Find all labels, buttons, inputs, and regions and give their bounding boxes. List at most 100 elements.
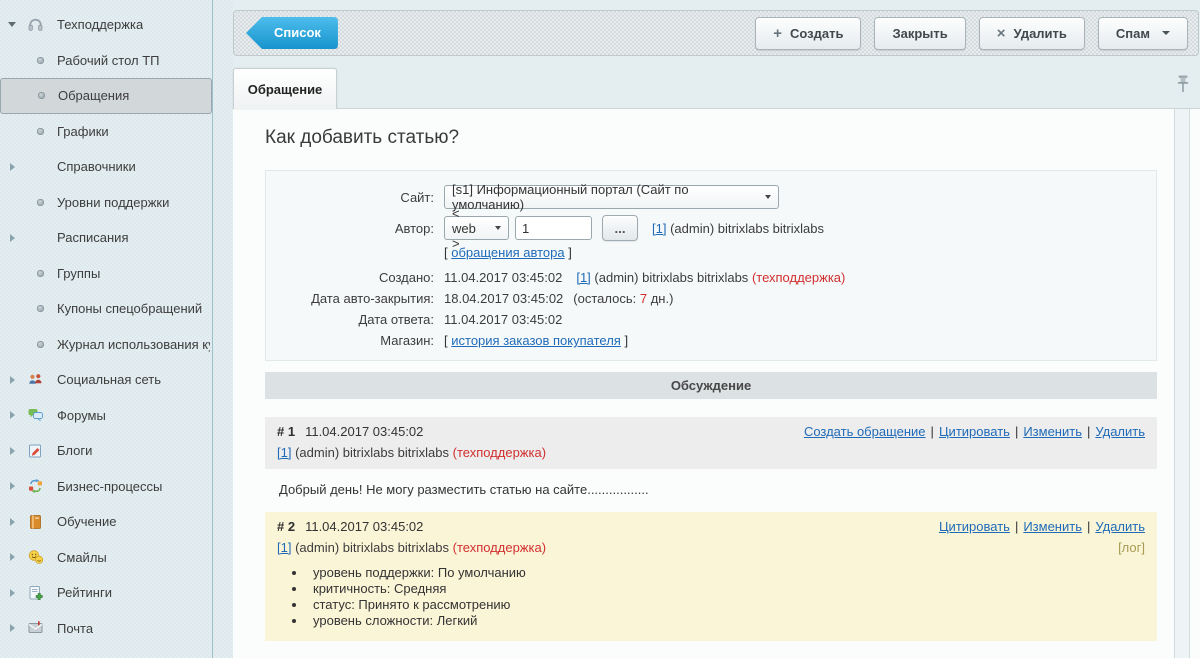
sidebar-item-label: Смайлы xyxy=(57,550,107,565)
list-back-label: Список xyxy=(274,25,321,40)
sidebar-item-mail[interactable]: Почта xyxy=(0,611,233,647)
chevron-right-icon xyxy=(10,447,15,455)
close-button[interactable]: Закрыть xyxy=(874,17,965,50)
sidebar-item-training[interactable]: Обучение xyxy=(0,504,233,540)
action-quote-link[interactable]: Цитировать xyxy=(939,519,1010,534)
list-item: уровень сложности: Легкий xyxy=(307,613,1145,628)
sidebar-item-label: Рабочий стол ТП xyxy=(57,53,160,68)
bizproc-icon xyxy=(27,478,44,494)
sidebar-item-directories[interactable]: Справочники xyxy=(0,149,233,185)
sidebar-item-label: Блоги xyxy=(57,443,92,458)
author-label: Автор: xyxy=(266,221,444,236)
content-panel: Как добавить статью? Сайт: [s1] Информац… xyxy=(233,108,1200,658)
sidebar-item-groups[interactable]: Группы xyxy=(0,256,233,292)
action-edit-link[interactable]: Изменить xyxy=(1023,424,1082,439)
sidebar-item-forums[interactable]: Форумы xyxy=(0,398,233,434)
sidebar-item-tech-support[interactable]: Техподдержка xyxy=(0,7,233,43)
action-edit-link[interactable]: Изменить xyxy=(1023,519,1082,534)
author-browse-button[interactable]: ... xyxy=(602,215,638,241)
sidebar-item-label: Бизнес-процессы xyxy=(57,479,162,494)
form-row-site: Сайт: [s1] Информационный портал (Сайт п… xyxy=(266,185,1156,209)
create-button[interactable]: + Создать xyxy=(755,17,861,50)
autoclose-left-days: 7 xyxy=(640,291,647,306)
sidebar-item-charts[interactable]: Графики xyxy=(0,114,233,150)
author-requests-link[interactable]: обращения автора xyxy=(451,245,564,260)
spam-button-label: Спам xyxy=(1116,26,1150,41)
tab-request[interactable]: Обращение xyxy=(233,68,337,109)
message-author-link[interactable]: [1] xyxy=(277,540,291,555)
sidebar: Техподдержка Рабочий стол ТП Обращения Г… xyxy=(0,0,233,658)
sidebar-item-support-levels[interactable]: Уровни поддержки xyxy=(0,185,233,221)
chevron-right-icon xyxy=(10,624,15,632)
sidebar-item-coupons[interactable]: Купоны спецобращений xyxy=(0,291,233,327)
sidebar-item-requests[interactable]: Обращения xyxy=(0,78,212,114)
message-author-group: (техподдержка) xyxy=(453,540,546,555)
author-id-input[interactable] xyxy=(515,216,592,240)
message-2-author-row: [1] (admin) bitrixlabs bitrixlabs (техпо… xyxy=(277,540,1145,555)
sidebar-item-label: Справочники xyxy=(57,159,136,174)
message-2-meta-row: # 2 11.04.2017 03:45:02 Цитировать | Изм… xyxy=(277,519,1145,534)
action-quote-link[interactable]: Цитировать xyxy=(939,424,1010,439)
sidebar-item-usage-log[interactable]: Журнал использования куп xyxy=(0,327,233,363)
author-user: [1] (admin) bitrixlabs bitrixlabs xyxy=(652,221,824,236)
separator: | xyxy=(1087,519,1090,534)
message-author-name: (admin) bitrixlabs bitrixlabs xyxy=(295,445,449,460)
created-user-link[interactable]: [1] xyxy=(576,270,590,285)
bullet-icon xyxy=(38,92,45,99)
tab-bar: Обращение xyxy=(233,68,1200,109)
chevron-right-icon xyxy=(10,482,15,490)
discussion-header: Обсуждение xyxy=(265,372,1157,399)
sidebar-item-desktop[interactable]: Рабочий стол ТП xyxy=(0,43,233,79)
form-row-answer-date: Дата ответа: 11.04.2017 03:45:02 xyxy=(266,312,1156,327)
pin-icon[interactable] xyxy=(1174,73,1192,97)
delete-button[interactable]: × Удалить xyxy=(979,17,1085,50)
sidebar-item-label: Группы xyxy=(57,266,100,281)
chevron-right-icon xyxy=(10,411,15,419)
training-icon xyxy=(27,514,44,530)
chevron-right-icon xyxy=(10,518,15,526)
sidebar-item-label: Обращения xyxy=(58,88,129,103)
x-icon: × xyxy=(997,26,1006,41)
sidebar-item-social[interactable]: Социальная сеть xyxy=(0,362,233,398)
autoclose-left-suffix: дн.) xyxy=(651,291,674,306)
sidebar-item-label: Уровни поддержки xyxy=(57,195,169,210)
spam-dropdown-button[interactable]: Спам xyxy=(1098,17,1188,50)
author-user-name: (admin) bitrixlabs bitrixlabs xyxy=(670,221,824,236)
author-type-select[interactable]: < web > xyxy=(444,216,509,240)
sidebar-item-ratings[interactable]: Рейтинги xyxy=(0,575,233,611)
action-create-request-link[interactable]: Создать обращение xyxy=(804,424,926,439)
shop-orders-link[interactable]: история заказов покупателя xyxy=(451,333,621,348)
ratings-icon xyxy=(27,585,44,601)
created-user-group: (техподдержка) xyxy=(752,270,845,285)
sidebar-item-label: Техподдержка xyxy=(57,17,143,32)
action-delete-link[interactable]: Удалить xyxy=(1095,519,1145,534)
sidebar-item-smiles[interactable]: Смайлы xyxy=(0,540,233,576)
bullet-icon xyxy=(37,57,44,64)
toolbar-actions: + Создать Закрыть × Удалить Спам xyxy=(755,17,1188,50)
message-1-meta-row: # 1 11.04.2017 03:45:02 Создать обращени… xyxy=(277,424,1145,439)
message-2-params-list: уровень поддержки: По умолчанию критично… xyxy=(307,565,1145,628)
form-row-author: Автор: < web > ... [1] (admin) bitrixlab… xyxy=(266,215,1156,241)
chevron-down-icon xyxy=(495,226,501,230)
content-scrollbar[interactable] xyxy=(1174,109,1190,658)
message-2-actions: Цитировать | Изменить | Удалить xyxy=(939,519,1145,534)
author-user-link[interactable]: [1] xyxy=(652,221,666,236)
request-form: Сайт: [s1] Информационный портал (Сайт п… xyxy=(265,170,1157,361)
bullet-icon xyxy=(37,270,44,277)
delete-button-label: Удалить xyxy=(1014,26,1067,41)
message-number: # 1 xyxy=(277,424,295,439)
message-1-header: # 1 11.04.2017 03:45:02 Создать обращени… xyxy=(265,417,1157,469)
list-item: статус: Принято к рассмотрению xyxy=(307,597,1145,612)
sidebar-item-schedules[interactable]: Расписания xyxy=(0,220,233,256)
bracket-close: ] xyxy=(624,333,628,348)
autoclose-left: (осталось: 7 дн.) xyxy=(573,291,673,306)
sidebar-item-label: Графики xyxy=(57,124,109,139)
message-author-link[interactable]: [1] xyxy=(277,445,291,460)
list-back-button[interactable]: Список xyxy=(246,17,338,49)
sidebar-item-blogs[interactable]: Блоги xyxy=(0,433,233,469)
sidebar-item-bizproc[interactable]: Бизнес-процессы xyxy=(0,469,233,505)
log-link[interactable]: [лог] xyxy=(1118,540,1145,555)
site-select[interactable]: [s1] Информационный портал (Сайт по умол… xyxy=(444,185,779,209)
action-delete-link[interactable]: Удалить xyxy=(1095,424,1145,439)
chevron-right-icon xyxy=(10,163,15,171)
